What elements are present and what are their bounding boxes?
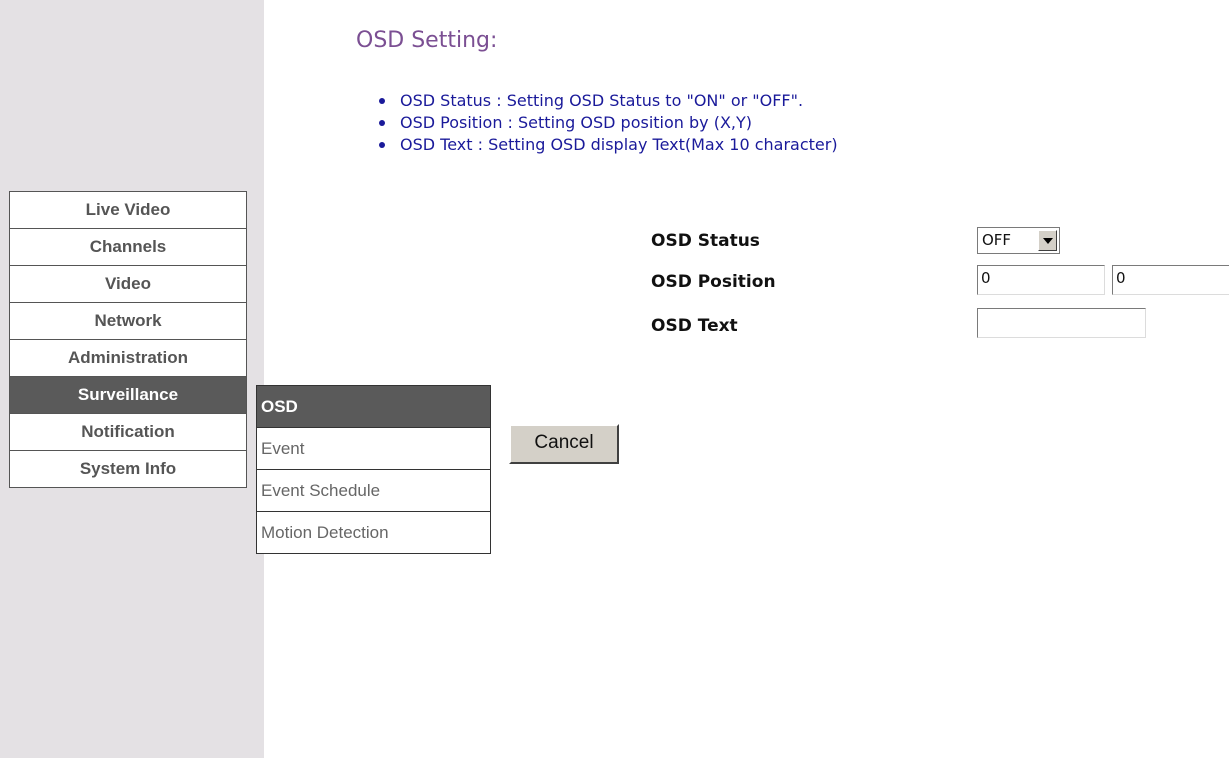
osd-text-label: OSD Text <box>651 316 738 336</box>
nav-item-channels[interactable]: Channels <box>10 229 246 266</box>
surveillance-submenu: OSD Event Event Schedule Motion Detectio… <box>256 385 491 554</box>
submenu-item-motion-detection[interactable]: Motion Detection <box>257 512 490 553</box>
nav-item-live-video[interactable]: Live Video <box>10 192 246 229</box>
help-item-status: OSD Status : Setting OSD Status to "ON" … <box>376 90 838 112</box>
nav-item-surveillance[interactable]: Surveillance <box>10 377 246 414</box>
bullet-icon <box>379 98 385 104</box>
help-text: OSD Status : Setting OSD Status to "ON" … <box>400 91 804 110</box>
osd-position-label: OSD Position <box>651 272 776 292</box>
page-title: OSD Setting: <box>356 28 498 53</box>
submenu-item-osd[interactable]: OSD <box>257 386 490 428</box>
chevron-down-icon[interactable] <box>1038 230 1057 251</box>
submenu-item-event[interactable]: Event <box>257 428 490 470</box>
help-item-text: OSD Text : Setting OSD display Text(Max … <box>376 134 838 156</box>
nav-item-video[interactable]: Video <box>10 266 246 303</box>
bullet-icon <box>379 142 385 148</box>
nav-item-administration[interactable]: Administration <box>10 340 246 377</box>
submenu-item-event-schedule[interactable]: Event Schedule <box>257 470 490 512</box>
osd-status-label: OSD Status <box>651 231 760 251</box>
help-item-position: OSD Position : Setting OSD position by (… <box>376 112 838 134</box>
help-text: OSD Position : Setting OSD position by (… <box>400 113 753 132</box>
osd-text-input[interactable] <box>977 308 1146 338</box>
nav-item-network[interactable]: Network <box>10 303 246 340</box>
bullet-icon <box>379 120 385 126</box>
main-nav-menu: Live Video Channels Video Network Admini… <box>9 191 247 488</box>
osd-status-select[interactable]: OFF <box>977 227 1060 254</box>
nav-item-notification[interactable]: Notification <box>10 414 246 451</box>
osd-position-y-input[interactable]: 0 <box>1112 265 1229 295</box>
osd-status-value: OFF <box>982 231 1012 249</box>
help-list: OSD Status : Setting OSD Status to "ON" … <box>376 90 838 156</box>
osd-position-x-input[interactable]: 0 <box>977 265 1105 295</box>
help-text: OSD Text : Setting OSD display Text(Max … <box>400 135 838 154</box>
nav-item-system-info[interactable]: System Info <box>10 451 246 487</box>
cancel-button[interactable]: Cancel <box>509 424 619 464</box>
